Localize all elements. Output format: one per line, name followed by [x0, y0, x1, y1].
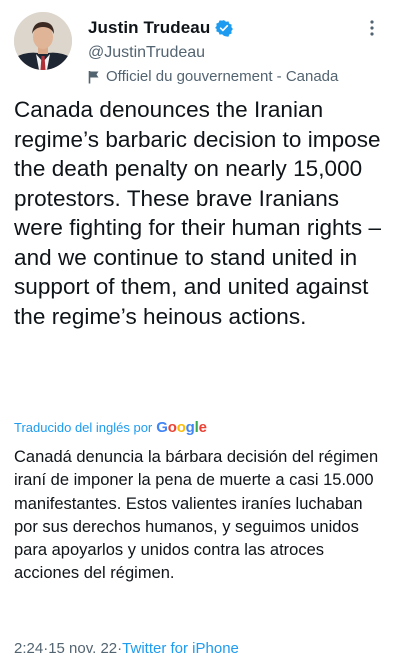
display-name[interactable]: Justin Trudeau: [88, 18, 210, 38]
google-letter: e: [198, 419, 207, 436]
user-handle[interactable]: @JustinTrudeau: [88, 44, 205, 62]
google-letter: o: [167, 419, 177, 436]
google-letter: G: [156, 419, 168, 436]
government-label-text: Officiel du gouvernement - Canada: [106, 68, 339, 85]
translation-label[interactable]: Traducido del inglés por: [14, 420, 152, 435]
google-letter: g: [185, 419, 195, 436]
name-row: Justin Trudeau: [88, 18, 234, 38]
translation-attribution: Traducido del inglés por Google: [14, 419, 207, 436]
tweet-header: Justin Trudeau @JustinTrudeau Officiel d…: [10, 10, 390, 90]
avatar[interactable]: [14, 12, 72, 70]
google-letter: o: [176, 419, 186, 436]
translated-text: Canadá denuncia la bárbara decisión del …: [14, 448, 379, 583]
tweet-date[interactable]: 15 nov. 22: [48, 640, 117, 657]
flag-icon: [88, 70, 100, 84]
profile-photo-icon: [14, 12, 72, 70]
tweet-text: Canada denounces the Iranian regime’s ba…: [14, 97, 382, 329]
more-vertical-icon: [370, 20, 374, 36]
google-logo: Google: [156, 419, 207, 436]
verified-badge-icon: [215, 19, 234, 37]
tweet-time[interactable]: 2:24: [14, 640, 43, 657]
government-label[interactable]: Officiel du gouvernement - Canada: [88, 68, 338, 85]
more-options-button[interactable]: [360, 16, 384, 40]
tweet-card: Justin Trudeau @JustinTrudeau Officiel d…: [0, 0, 400, 661]
tweet-meta: 2:24 · 15 nov. 22 · Twitter for iPhone: [14, 640, 239, 657]
source-link[interactable]: Twitter for iPhone: [122, 640, 239, 657]
